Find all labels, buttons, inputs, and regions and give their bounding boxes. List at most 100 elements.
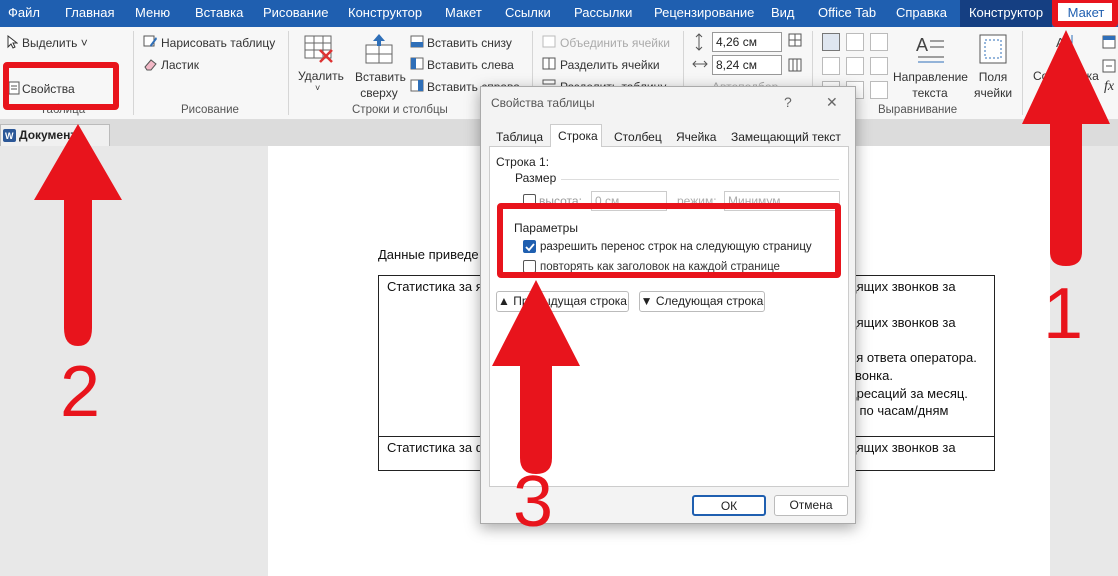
annotation-arrow-1 (1022, 30, 1110, 266)
dialog-tab-column[interactable]: Столбец (614, 130, 662, 144)
align-middle-right-icon[interactable] (870, 57, 888, 75)
tab-design[interactable]: Конструктор (348, 0, 422, 27)
dialog-tab-cell[interactable]: Ячейка (676, 130, 716, 144)
select-label: Выделить (22, 36, 78, 50)
tab-references[interactable]: Ссылки (505, 0, 551, 27)
distribute-columns-icon[interactable] (788, 58, 802, 72)
ribbon-separator (133, 31, 134, 115)
dialog-tab-table[interactable]: Таблица (496, 130, 543, 144)
help-icon[interactable]: ? (784, 94, 792, 110)
align-middle-center-icon[interactable] (846, 57, 864, 75)
cell2-right-text: дящих звонков за (849, 440, 956, 455)
cell-margins-button[interactable]: Поля ячейки (970, 69, 1016, 101)
merge-cells-button[interactable]: Объединить ячейки (560, 36, 670, 50)
cell1-right-line: ия ответа оператора. (849, 350, 977, 365)
group-align-label: Выравнивание (878, 104, 958, 116)
cell1-right-line: дящих звонков за (849, 279, 956, 294)
insert-above-line1: Вставить (355, 70, 406, 84)
row-height-input[interactable]: 4,26 см (712, 32, 782, 52)
tab-draw[interactable]: Рисование (263, 0, 328, 27)
split-cells-icon (542, 57, 556, 70)
svg-text:A: A (916, 35, 928, 55)
column-width-icon (692, 60, 708, 68)
insert-below-button[interactable]: Вставить снизу (427, 36, 512, 50)
tab-review[interactable]: Рецензирование (654, 0, 754, 27)
merge-cells-icon (542, 35, 556, 48)
cancel-button[interactable]: Отмена (774, 495, 848, 516)
annotation-arrow-2 (34, 124, 122, 346)
svg-text:W: W (5, 131, 14, 141)
cell1-right-line: дресаций за месяц. (849, 386, 968, 401)
document-intro-text: Данные приведе (378, 247, 479, 262)
insert-above-line2: сверху (360, 86, 398, 100)
tab-home[interactable]: Главная (65, 0, 114, 27)
text-direction-button[interactable]: Направление текста (893, 69, 968, 101)
word-doc-icon: W (3, 129, 16, 142)
text-direction-line1: Направление (893, 70, 968, 84)
column-width-input[interactable]: 8,24 см (712, 55, 782, 75)
row-height-icon (695, 33, 703, 51)
align-top-center-icon[interactable] (846, 33, 864, 51)
text-direction-icon: A (916, 35, 944, 63)
annotation-number-1: 1 (1043, 274, 1084, 354)
dialog-tab-row[interactable]: Строка (558, 129, 598, 143)
cell2-left-text: Статистика за ф (387, 440, 487, 455)
delete-button[interactable]: Удалить (298, 69, 344, 83)
size-section-label: Размер (515, 171, 557, 185)
split-cells-button[interactable]: Разделить ячейки (560, 58, 660, 72)
cell1-left-text: Статистика за я (387, 279, 483, 294)
draw-table-button[interactable]: Нарисовать таблицу (161, 36, 275, 50)
row-number-label: Строка 1: (496, 155, 550, 169)
ok-button[interactable]: ОК (692, 495, 766, 516)
tab-insert[interactable]: Вставка (195, 0, 243, 27)
annotation-number-2: 2 (60, 352, 101, 432)
align-bottom-right-icon[interactable] (870, 81, 888, 99)
next-row-label: Следующая строка (655, 294, 764, 308)
triangle-down-icon: ▼ (640, 294, 656, 308)
group-draw-label: Рисование (181, 104, 239, 116)
eraser-icon (144, 59, 157, 71)
ribbon-tab-bar: Файл Главная Меню Вставка Рисование Конс… (0, 0, 1118, 27)
dialog-tab-alt-text[interactable]: Замещающий текст (731, 130, 841, 144)
tab-office-tab[interactable]: Office Tab (818, 0, 876, 27)
close-icon[interactable]: ✕ (826, 94, 838, 111)
annotation-box-params (497, 203, 841, 278)
size-section-line (561, 179, 839, 180)
tab-mailings[interactable]: Рассылки (574, 0, 632, 27)
draw-table-icon (143, 35, 157, 47)
select-button[interactable]: Выделить ˅ (22, 36, 88, 50)
insert-below-icon (410, 35, 424, 48)
cell-margins-line2: ячейки (973, 86, 1013, 100)
annotation-box-layout-tab (1052, 0, 1118, 27)
tab-help[interactable]: Справка (896, 0, 947, 27)
next-row-button[interactable]: ▼ Следующая строка (639, 291, 765, 312)
group-rows-cols-label: Строки и столбцы (352, 104, 448, 116)
annotation-arrow-3 (492, 280, 580, 474)
cell-margins-icon (979, 34, 1007, 64)
insert-left-icon (410, 57, 424, 70)
align-top-left-icon[interactable] (822, 33, 840, 51)
cell1-right-line: в по часам/дням (849, 403, 949, 418)
text-direction-line2: текста (912, 86, 948, 100)
insert-left-button[interactable]: Вставить слева (427, 58, 514, 72)
annotation-box-properties (3, 62, 119, 110)
insert-right-icon (410, 79, 424, 92)
ribbon-separator (288, 31, 289, 115)
cursor-icon (7, 35, 18, 49)
tab-menu[interactable]: Меню (135, 0, 170, 27)
tab-file[interactable]: Файл (8, 0, 40, 27)
cell1-right-line: дящих звонков за (849, 315, 956, 330)
insert-above-button[interactable]: Вставить сверху (355, 69, 406, 101)
insert-above-icon (365, 34, 393, 64)
eraser-button[interactable]: Ластик (161, 58, 199, 72)
distribute-rows-icon[interactable] (788, 33, 802, 47)
cell-margins-line1: Поля (978, 70, 1008, 84)
align-top-right-icon[interactable] (870, 33, 888, 51)
align-middle-left-icon[interactable] (822, 57, 840, 75)
delete-dropdown-icon[interactable]: ˅ (315, 83, 320, 93)
tab-view[interactable]: Вид (771, 0, 795, 27)
tab-layout[interactable]: Макет (445, 0, 482, 27)
delete-table-icon (304, 35, 333, 63)
tab-table-design[interactable]: Конструктор (960, 0, 1052, 27)
annotation-number-3: 3 (513, 462, 554, 542)
